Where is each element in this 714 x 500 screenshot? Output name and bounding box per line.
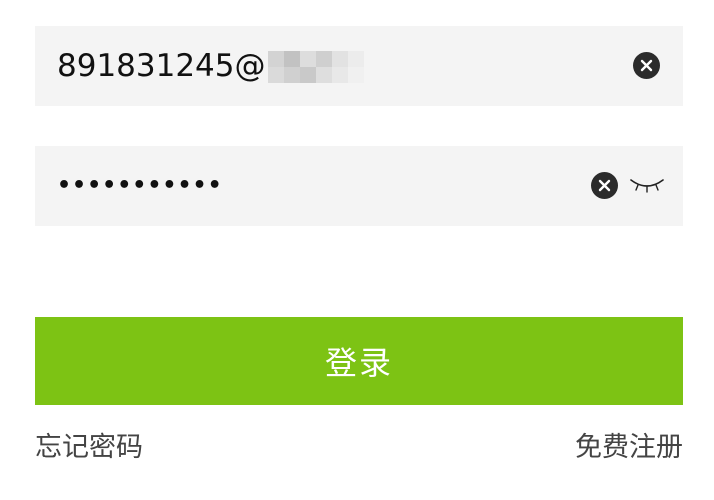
- password-value[interactable]: •••••••••••: [57, 146, 223, 226]
- register-link[interactable]: 免费注册: [575, 425, 683, 464]
- account-value[interactable]: 891831245@: [57, 26, 368, 106]
- clear-password-button[interactable]: [591, 172, 618, 199]
- close-circle-icon: [640, 59, 653, 72]
- eye-closed-icon: [630, 179, 664, 193]
- redacted-email-domain: [267, 49, 368, 83]
- close-circle-icon: [598, 179, 611, 192]
- password-field[interactable]: •••••••••••: [35, 146, 683, 226]
- forgot-password-link[interactable]: 忘记密码: [35, 425, 143, 464]
- toggle-password-visibility-button[interactable]: [629, 170, 665, 198]
- account-field[interactable]: 891831245@: [35, 26, 683, 106]
- clear-account-button[interactable]: [633, 52, 660, 79]
- login-button[interactable]: 登录: [35, 317, 683, 405]
- password-masked-text: •••••••••••: [57, 173, 223, 198]
- account-email-text: 891831245@: [57, 48, 266, 84]
